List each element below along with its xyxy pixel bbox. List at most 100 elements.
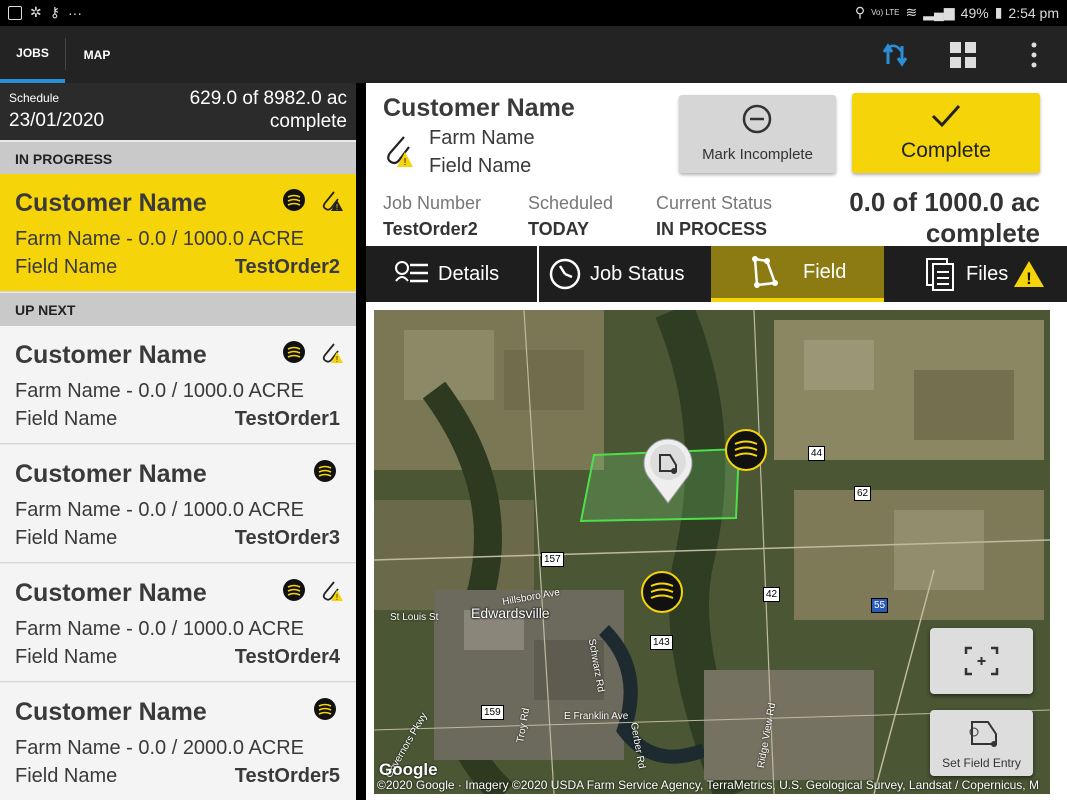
overflow-menu-icon[interactable] [1019,40,1049,70]
route-shield: 159 [481,705,504,720]
recenter-icon [964,646,999,676]
route-shield: 42 [763,587,781,602]
job-farm: Farm Name - 0.0 / 1000.0 ACRE [15,380,305,402]
complete-label: Complete [901,139,991,162]
svg-text:!: ! [336,203,338,212]
section-in-progress: IN PROGRESS [0,142,356,175]
map-attribution[interactable]: ©2020 Google · Imagery ©2020 USDA Farm S… [377,778,1039,792]
detail-customer: Customer Name [383,94,575,122]
job-field: Field Name [15,408,118,430]
scheduled-label: Scheduled [528,193,614,213]
acres-progress-suffix: complete [925,218,1040,248]
map-city-label: Edwardsville [471,605,550,621]
svg-text:!: ! [1026,269,1032,288]
wifi-icon: ≋ [905,4,918,20]
grid-view-icon[interactable] [948,40,978,70]
tab-files-label: Files [966,262,1009,285]
location-icon: ⚲ [854,4,866,20]
set-field-entry-button[interactable]: Set Field Entry [930,710,1033,776]
minus-circle-icon [742,104,772,134]
attachment-warning-icon: ! [387,136,413,168]
job-field: Field Name [15,256,118,278]
schedule-header: Schedule 23/01/2020 629.0 of 8982.0 ac c… [0,83,356,140]
tab-details[interactable]: Details [394,246,539,302]
warning-icon: ! [1014,261,1045,288]
job-order: TestOrder1 [234,408,340,430]
recenter-button[interactable] [930,628,1033,694]
job-card-testorder2[interactable]: Customer Name ! Farm Name - 0.0 / 1000.0… [0,174,356,292]
job-farm: Farm Name - 0.0 / 1000.0 ACRE [15,228,305,250]
tab-map[interactable]: MAP [66,26,128,83]
tab-field[interactable]: Field [711,246,884,302]
job-order: TestOrder5 [234,765,340,787]
job-field: Field Name [15,527,118,549]
status-bar: ✲ ⚷ ··· ⚲ Vo) LTE ≋ ▂▄▆ 49% ▮ 2:54 pm [0,0,1067,26]
job-field: Field Name [15,646,118,668]
schedule-label: Schedule [9,91,60,105]
jobs-sidebar: Schedule 23/01/2020 629.0 of 8982.0 ac c… [0,83,356,800]
tab-field-label: Field [803,260,847,283]
schedule-date[interactable]: 23/01/2020 [9,110,104,132]
field-entry-icon [969,721,997,747]
svg-text:!: ! [336,355,338,364]
schedule-progress: 629.0 of 8982.0 ac [189,88,347,109]
job-card-testorder4[interactable]: Customer Name ! Farm Name - 0.0 / 1000.0… [0,564,356,682]
sync-icon[interactable] [880,40,910,70]
route-shield: 143 [650,635,673,650]
svg-text:!: ! [404,157,407,168]
tab-job-status-label: Job Status [590,262,685,285]
mark-incomplete-label: Mark Incomplete [702,146,813,163]
files-icon [926,258,954,291]
signal-icon: ▂▄▆ [923,4,955,20]
gallery-icon [8,5,22,20]
tab-separator [537,246,539,302]
tab-jobs[interactable]: JOBS [0,26,65,83]
job-card-testorder3[interactable]: Customer Name Farm Name - 0.0 / 1000.0 A… [0,445,356,563]
field-entry-pin-icon[interactable] [640,435,696,505]
detail-field: Field Name [429,155,532,177]
more-notifications-icon: ··· [68,4,82,21]
network-label: Vo) LTE [871,8,900,17]
interstate-shield: 55 [871,598,889,613]
field-map[interactable]: Edwardsville St Louis St Hillsboro Ave S… [374,310,1050,794]
current-status-label: Current Status [656,193,773,213]
job-customer: Customer Name [15,341,207,369]
battery-icon: ▮ [994,4,1003,20]
field-boundary-icon [752,256,778,288]
battery-percent: 49% [960,4,989,21]
job-card-testorder5[interactable]: Customer Name Farm Name - 0.0 / 2000.0 A… [0,683,356,800]
tab-job-status[interactable]: Job Status [548,246,708,302]
route-shield: 44 [808,446,826,461]
job-number-value: TestOrder2 [383,219,478,239]
mark-incomplete-button[interactable]: Mark Incomplete [679,95,836,173]
route-shield: 62 [854,486,872,501]
product-layers-icon [283,579,305,601]
job-field: Field Name [15,765,118,787]
job-order: TestOrder4 [234,646,340,668]
map-road-label: St Louis St [390,612,439,623]
clock: 2:54 pm [1008,4,1059,21]
checkmark-icon [931,104,961,128]
set-field-entry-label: Set Field Entry [942,756,1021,770]
complete-button[interactable]: Complete [852,93,1040,173]
job-order: TestOrder2 [234,256,340,278]
job-detail-panel: Customer Name ! Farm Name Field Name Mar… [366,83,1067,800]
product-layers-map-icon[interactable] [640,570,684,614]
google-logo: Google [379,760,438,779]
detail-tabs: Details Job Status Field Files ! [366,246,1067,302]
tab-files[interactable]: Files ! [924,246,1067,302]
attachment-warning-icon: ! [322,581,343,602]
map-road-label: E Franklin Ave [564,711,629,722]
settings-icon: ✲ [30,4,42,20]
job-customer: Customer Name [15,460,207,488]
job-farm: Farm Name - 0.0 / 1000.0 ACRE [15,499,305,521]
job-card-testorder1[interactable]: Customer Name ! Farm Name - 0.0 / 1000.0… [0,326,356,444]
section-up-next: UP NEXT [0,293,356,326]
product-layers-icon [283,341,305,363]
svg-text:!: ! [336,593,338,602]
attachment-warning-icon: ! [322,343,343,364]
clock-icon [549,258,581,290]
product-layers-map-icon[interactable] [724,428,768,472]
scheduled-value: TODAY [528,219,590,239]
current-status-value: IN PROCESS [656,219,768,239]
